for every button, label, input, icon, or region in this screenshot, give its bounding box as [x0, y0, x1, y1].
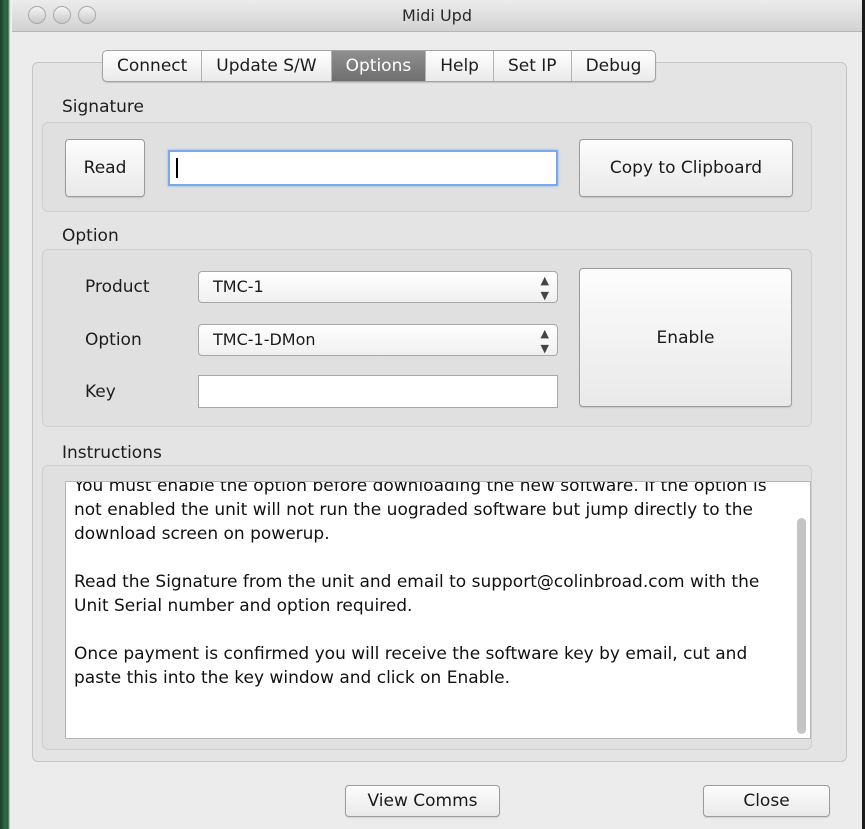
read-button[interactable]: Read — [65, 139, 145, 197]
signature-section-label: Signature — [62, 97, 145, 117]
tab-update-sw[interactable]: Update S/W — [202, 51, 332, 81]
instructions-paragraph: Read the Signature from the unit and ema… — [74, 572, 760, 616]
tab-connect[interactable]: Connect — [103, 51, 203, 81]
tab-debug[interactable]: Debug — [572, 51, 656, 81]
window-title: Midi Upd — [402, 6, 472, 25]
tab-options[interactable]: Options — [331, 51, 427, 81]
option-select-value: TMC-1-DMon — [213, 330, 316, 349]
signature-field[interactable] — [168, 150, 558, 186]
instructions-section-label: Instructions — [62, 443, 162, 463]
tab-help[interactable]: Help — [426, 51, 494, 81]
option-label: Option — [85, 330, 142, 350]
tab-set-ip[interactable]: Set IP — [494, 51, 572, 81]
instructions-paragraph: Once payment is confirmed you will recei… — [74, 644, 748, 688]
key-label: Key — [85, 382, 116, 402]
product-select[interactable]: TMC-1 ▲ ▼ — [198, 271, 558, 303]
instructions-textarea[interactable]: You must enable the option before downlo… — [65, 481, 811, 739]
product-select-value: TMC-1 — [213, 277, 264, 296]
instructions-scrollbar[interactable] — [797, 518, 806, 734]
updown-arrows-icon: ▲ ▼ — [540, 327, 549, 355]
updown-arrows-icon: ▲ ▼ — [540, 274, 549, 302]
tab-bar: Connect Update S/W Options Help Set IP D… — [102, 50, 657, 82]
instructions-text: You must enable the option before downlo… — [74, 481, 784, 714]
title-bar[interactable]: Midi Upd — [12, 0, 862, 32]
product-label: Product — [85, 277, 150, 297]
enable-button[interactable]: Enable — [579, 268, 792, 407]
option-select[interactable]: TMC-1-DMon ▲ ▼ — [198, 324, 558, 356]
midi-upd-window: Midi Upd Connect Update S/W Options Help… — [12, 0, 865, 829]
background-window-edge — [0, 0, 12, 829]
key-field[interactable] — [198, 375, 558, 408]
close-button[interactable]: Close — [703, 785, 830, 817]
text-caret — [176, 158, 178, 178]
copy-to-clipboard-button[interactable]: Copy to Clipboard — [579, 139, 793, 197]
instructions-paragraph: You must enable the option before downlo… — [74, 481, 767, 544]
view-comms-button[interactable]: View Comms — [345, 785, 500, 817]
option-section-label: Option — [62, 226, 119, 246]
